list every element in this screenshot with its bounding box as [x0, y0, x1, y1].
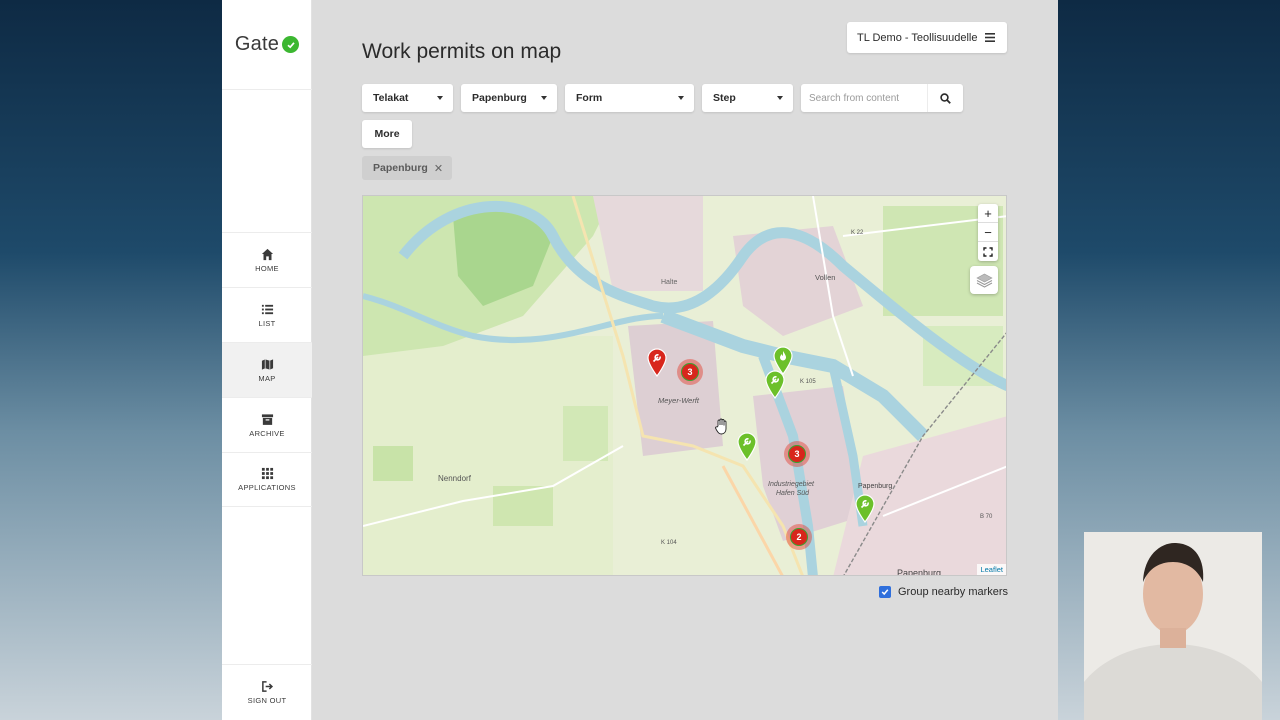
form-dropdown-label: Form: [576, 92, 603, 104]
group-nearby-label: Group nearby markers: [898, 586, 1009, 598]
logo-text: Gate: [234, 33, 280, 55]
caret-down-icon: [437, 96, 443, 100]
search-button[interactable]: [927, 84, 963, 112]
sign-out-label: SIGN OUT: [247, 696, 287, 705]
map-view[interactable]: Halte Meyer-Werft Nenndorf Industriegebi…: [362, 195, 1007, 576]
sidebar-item-applications[interactable]: APPLICATIONS: [222, 452, 312, 507]
marker-cluster[interactable]: 3: [784, 441, 810, 467]
grid-icon: [261, 467, 273, 480]
app-screen: Gate HOME LIST MAP ARCHIVE APPLICATIONS …: [222, 0, 1058, 720]
telakat-dropdown-label: Telakat: [373, 92, 409, 104]
map-label-meyer-werft: Meyer-Werft: [658, 396, 700, 405]
sidebar-item-label: HOME: [255, 263, 279, 273]
zoom-controls: + −: [978, 204, 998, 261]
map-label-k104: K 104: [661, 540, 677, 546]
sidebar-item-list[interactable]: LIST: [222, 287, 312, 342]
remove-filter-icon[interactable]: ✕: [434, 162, 443, 175]
telakat-dropdown[interactable]: Telakat: [362, 84, 453, 112]
fullscreen-icon: [983, 246, 993, 257]
caret-down-icon: [777, 96, 783, 100]
form-dropdown[interactable]: Form: [565, 84, 694, 112]
layers-icon: [975, 273, 993, 288]
work-permit-marker-red[interactable]: [646, 347, 668, 377]
layers-button[interactable]: [970, 266, 998, 294]
sidebar-nav: HOME LIST MAP ARCHIVE APPLICATIONS: [222, 232, 312, 507]
search-box: [801, 84, 963, 112]
map-label-halte: Halte: [661, 279, 677, 286]
check-icon: [282, 36, 300, 53]
marker-cluster-count: 3: [681, 363, 699, 381]
map-label-papenburg-bottom: Papenburg: [897, 568, 941, 576]
marker-cluster-count: 2: [790, 528, 808, 546]
caret-down-icon: [541, 96, 547, 100]
grab-cursor-icon: [715, 418, 727, 435]
map-icon: [261, 358, 273, 370]
work-permit-marker-green[interactable]: [764, 369, 786, 399]
sidebar: Gate HOME LIST MAP ARCHIVE APPLICATIONS …: [222, 0, 312, 720]
location-dropdown-label: Papenburg: [472, 92, 527, 104]
search-icon: [940, 92, 951, 104]
map-label-k105: K 105: [800, 379, 816, 385]
map-label-b70: B 70: [980, 514, 993, 520]
location-dropdown[interactable]: Papenburg: [461, 84, 557, 112]
marker-cluster[interactable]: 2: [786, 524, 812, 550]
marker-cluster[interactable]: 3: [677, 359, 703, 385]
active-filter-chip-label: Papenburg: [373, 162, 428, 174]
check-icon: [881, 589, 889, 596]
map-label-nenndorf: Nenndorf: [438, 474, 472, 483]
sidebar-item-label: LIST: [258, 318, 276, 328]
caret-down-icon: [678, 96, 684, 100]
sign-out-icon: [261, 681, 273, 692]
map-label-hafen-sud: Hafen Süd: [776, 490, 810, 497]
page-title: Work permits on map: [362, 40, 562, 63]
archive-icon: [261, 413, 273, 425]
map-tiles: Halte Meyer-Werft Nenndorf Industriegebi…: [363, 196, 1006, 576]
hamburger-menu-icon: [985, 33, 995, 42]
logo[interactable]: Gate: [222, 0, 312, 90]
work-permit-marker-green[interactable]: [736, 431, 758, 461]
sign-out-button[interactable]: SIGN OUT: [222, 664, 312, 720]
sidebar-item-label: MAP: [258, 373, 276, 383]
map-label-vollen: Vollen: [815, 273, 835, 282]
sidebar-item-label: APPLICATIONS: [238, 483, 296, 492]
zoom-out-button[interactable]: −: [978, 223, 998, 242]
org-selector-label: TL Demo - Teollisuudelle: [857, 31, 978, 44]
main-content: Work permits on map TL Demo - Teollisuud…: [312, 0, 1058, 720]
org-selector-button[interactable]: TL Demo - Teollisuudelle: [847, 22, 1007, 53]
group-nearby-checkbox[interactable]: [879, 586, 891, 598]
more-filters-button[interactable]: More: [362, 120, 412, 148]
step-dropdown[interactable]: Step: [702, 84, 793, 112]
sidebar-item-label: ARCHIVE: [249, 428, 285, 438]
home-icon: [261, 248, 273, 260]
list-icon: [261, 304, 273, 314]
map-label-industriegebiet: Industriegebiet: [768, 481, 815, 488]
search-input[interactable]: [801, 84, 927, 112]
sidebar-item-archive[interactable]: ARCHIVE: [222, 397, 312, 452]
fullscreen-button[interactable]: [978, 242, 998, 261]
map-label-papenburg-top: Papenburg: [858, 483, 892, 490]
work-permit-marker-green[interactable]: [854, 493, 876, 523]
sidebar-item-map[interactable]: MAP: [222, 342, 312, 397]
group-nearby-markers-toggle[interactable]: Group nearby markers: [879, 586, 1008, 598]
active-filter-chip: Papenburg ✕: [362, 156, 453, 180]
presenter-webcam: [1084, 532, 1262, 720]
marker-cluster-count: 3: [788, 445, 806, 463]
map-attribution-link[interactable]: Leaflet: [977, 564, 1006, 575]
map-label-k22: K 22: [851, 230, 864, 236]
zoom-in-button[interactable]: +: [978, 204, 998, 223]
presenter-silhouette: [1084, 532, 1262, 720]
step-dropdown-label: Step: [713, 92, 736, 104]
sidebar-item-home[interactable]: HOME: [222, 232, 312, 287]
